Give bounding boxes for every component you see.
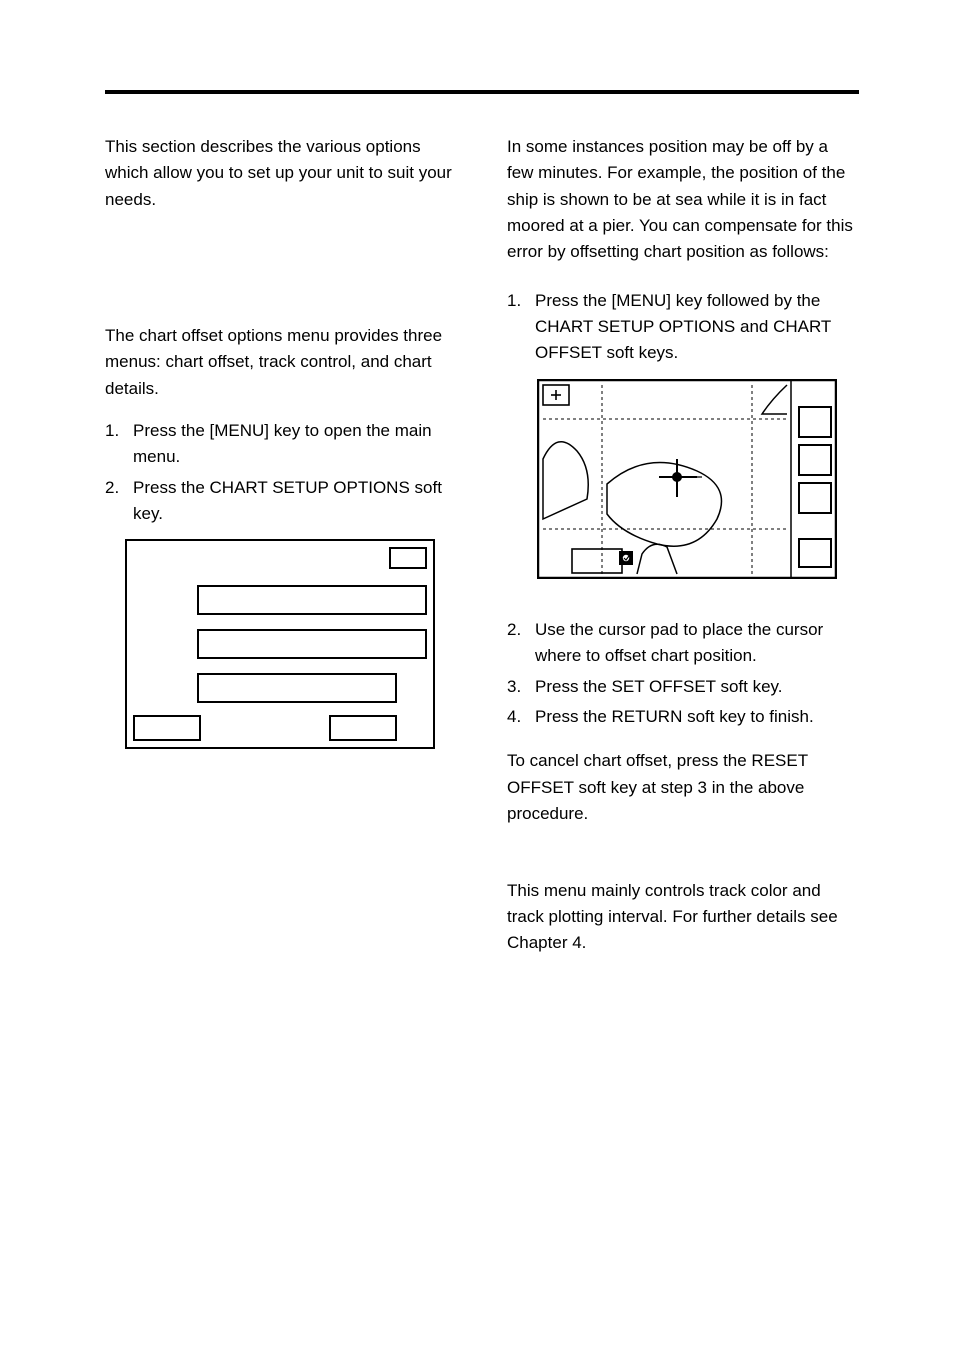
step-text: Press the SET OFFSET soft key.: [535, 674, 859, 700]
menu-bottom-right-button: [329, 715, 397, 741]
step-number: 2.: [507, 617, 535, 670]
step-text: Press the [MENU] key to open the main me…: [133, 418, 457, 471]
list-item: 1. Press the [MENU] key to open the main…: [105, 418, 457, 471]
menu-option-3: [197, 673, 397, 703]
track-control-paragraph: This menu mainly controls track color an…: [507, 878, 859, 957]
menu-option-2: [197, 629, 427, 659]
chart-offset-menu-paragraph: The chart offset options menu provides t…: [105, 323, 457, 402]
step-text: Press the RETURN soft key to finish.: [535, 704, 859, 730]
offset-intro-paragraph: In some instances position may be off by…: [507, 134, 859, 266]
left-steps-list: 1. Press the [MENU] key to open the main…: [105, 418, 457, 527]
step-number: 1.: [507, 288, 535, 367]
right-column: In some instances position may be off by…: [507, 134, 859, 973]
menu-bottom-left-button: [133, 715, 201, 741]
step-number: 1.: [105, 418, 133, 471]
right-steps-after-list: 2. Use the cursor pad to place the curso…: [507, 617, 859, 730]
menu-option-1: [197, 585, 427, 615]
list-item: 1. Press the [MENU] key followed by the …: [507, 288, 859, 367]
cancel-offset-paragraph: To cancel chart offset, press the RESET …: [507, 748, 859, 827]
step-number: 2.: [105, 475, 133, 528]
step-number: 3.: [507, 674, 535, 700]
chart-setup-menu-figure: [125, 539, 435, 749]
intro-paragraph: This section describes the various optio…: [105, 134, 457, 213]
list-item: 4. Press the RETURN soft key to finish.: [507, 704, 859, 730]
step-text: Use the cursor pad to place the cursor w…: [535, 617, 859, 670]
top-rule: [105, 90, 859, 94]
right-step1-list: 1. Press the [MENU] key followed by the …: [507, 288, 859, 367]
menu-small-top-right-button: [389, 547, 427, 569]
chart-offset-figure: [537, 379, 847, 587]
list-item: 2. Press the CHART SETUP OPTIONS soft ke…: [105, 475, 457, 528]
list-item: 3. Press the SET OFFSET soft key.: [507, 674, 859, 700]
step-text: Press the CHART SETUP OPTIONS soft key.: [133, 475, 457, 528]
left-column: This section describes the various optio…: [105, 134, 457, 973]
list-item: 2. Use the cursor pad to place the curso…: [507, 617, 859, 670]
step-text: Press the [MENU] key followed by the CHA…: [535, 288, 859, 367]
two-column-layout: This section describes the various optio…: [105, 134, 859, 973]
step-number: 4.: [507, 704, 535, 730]
